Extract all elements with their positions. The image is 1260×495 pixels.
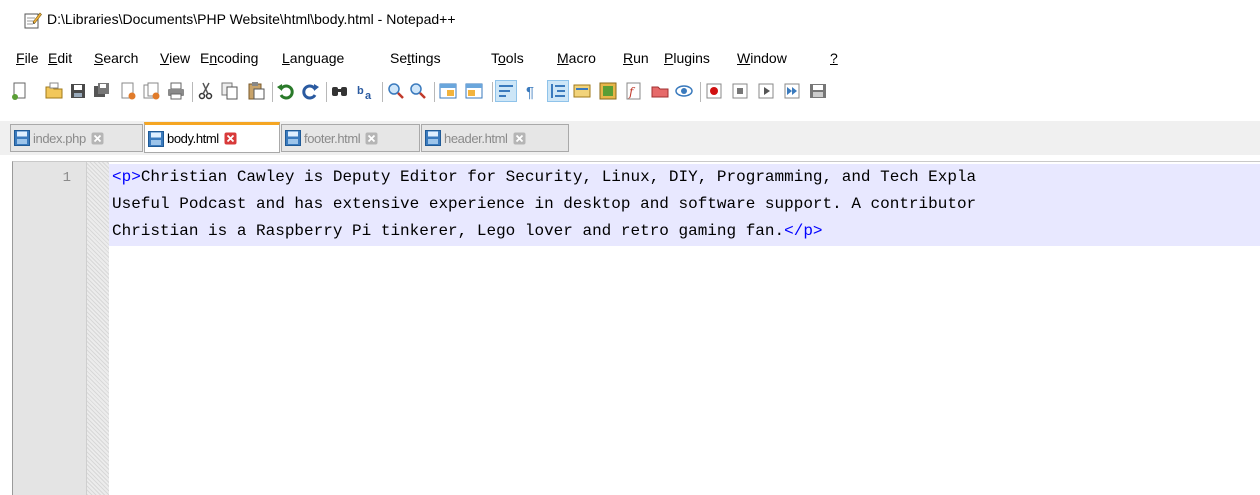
monitoring-icon[interactable] xyxy=(674,81,694,101)
notepad-plus-plus-icon xyxy=(24,12,42,29)
code-text: Useful Podcast and has extensive experie… xyxy=(112,195,977,213)
toolbar-separator xyxy=(326,82,327,102)
toolbar: b a ¶ f xyxy=(10,78,1250,108)
tab-label: header.html xyxy=(444,130,508,146)
menu-macro[interactable]: Macro xyxy=(557,50,596,66)
save-icon[interactable] xyxy=(68,81,88,101)
saved-file-icon xyxy=(14,130,30,146)
menu-tools[interactable]: Tools xyxy=(491,50,524,66)
save-all-icon[interactable] xyxy=(92,81,112,101)
replace-icon[interactable]: ba xyxy=(356,81,376,101)
saved-file-icon xyxy=(285,130,301,146)
tab-footer-html[interactable]: footer.html xyxy=(281,124,420,152)
code-line: Christian is a Raspberry Pi tinkerer, Le… xyxy=(109,218,1260,245)
record-macro-icon[interactable] xyxy=(704,81,724,101)
toolbar-separator xyxy=(434,82,435,102)
tab-close-icon[interactable] xyxy=(365,132,378,145)
tab-strip: index.php body.html footer.html header.html xyxy=(0,121,1260,155)
line-number: 1 xyxy=(62,170,71,186)
menu-file[interactable]: File xyxy=(16,50,39,66)
saved-file-icon xyxy=(148,130,164,147)
print-icon[interactable] xyxy=(166,81,186,101)
code-area[interactable]: <p>Christian Cawley is Deputy Editor for… xyxy=(109,164,1260,245)
svg-text:a: a xyxy=(365,90,372,101)
line-number-gutter: 1 xyxy=(13,162,87,495)
show-all-chars-icon[interactable]: ¶ xyxy=(522,81,542,101)
menu-run[interactable]: Run xyxy=(623,50,649,66)
menu-help[interactable]: ? xyxy=(830,50,838,66)
tab-body-html[interactable]: body.html xyxy=(144,122,280,153)
tab-label: index.php xyxy=(33,130,86,146)
tab-header-html[interactable]: header.html xyxy=(421,124,569,152)
indent-guide-icon[interactable] xyxy=(547,80,569,102)
run-multiple-icon[interactable] xyxy=(782,81,802,101)
menu-language[interactable]: Language xyxy=(282,50,344,66)
save-macro-icon[interactable] xyxy=(808,81,828,101)
code-line: Useful Podcast and has extensive experie… xyxy=(109,191,1260,218)
menu-settings[interactable]: Settings xyxy=(390,50,441,66)
language-icon[interactable] xyxy=(572,81,592,101)
title-bar: D:\Libraries\Documents\PHP Website\html\… xyxy=(0,0,1260,42)
fold-margin[interactable] xyxy=(87,162,109,495)
tab-label: body.html xyxy=(167,131,219,146)
menu-edit[interactable]: Edit xyxy=(48,50,72,66)
word-wrap-icon[interactable] xyxy=(495,80,517,102)
menu-view[interactable]: View xyxy=(160,50,190,66)
menu-plugins[interactable]: Plugins xyxy=(664,50,710,66)
toolbar-separator xyxy=(192,82,193,102)
close-all-icon[interactable] xyxy=(142,81,162,101)
menu-bar: File Edit Search View Encoding Language Settin… xyxy=(0,50,1260,72)
function-list-icon[interactable]: f xyxy=(624,81,644,101)
cut-icon[interactable] xyxy=(196,81,216,101)
code-text: Christian is a Raspberry Pi tinkerer, Le… xyxy=(112,222,785,240)
editor[interactable]: 1 <p>Christian Cawley is Deputy Editor f… xyxy=(12,161,1260,495)
code-line: <p>Christian Cawley is Deputy Editor for… xyxy=(109,164,1260,191)
window-title: D:\Libraries\Documents\PHP Website\html\… xyxy=(47,11,456,27)
folder-workspace-icon[interactable] xyxy=(650,81,670,101)
html-close-tag: </p> xyxy=(784,222,823,240)
tab-label: footer.html xyxy=(304,130,361,146)
play-macro-icon[interactable] xyxy=(756,81,776,101)
menu-encoding[interactable]: Encoding xyxy=(200,50,258,66)
tab-close-icon[interactable] xyxy=(91,132,104,145)
toolbar-separator xyxy=(382,82,383,102)
redo-icon[interactable] xyxy=(300,81,320,101)
document-map-icon[interactable] xyxy=(598,81,618,101)
code-text: Christian Cawley is Deputy Editor for Se… xyxy=(140,168,977,186)
new-file-icon[interactable] xyxy=(10,81,30,101)
html-open-tag: <p> xyxy=(112,168,141,186)
tab-index-php[interactable]: index.php xyxy=(10,124,143,152)
svg-text:¶: ¶ xyxy=(526,84,534,101)
sync-horizontal-icon[interactable] xyxy=(464,81,484,101)
paste-icon[interactable] xyxy=(246,81,266,101)
close-icon[interactable] xyxy=(118,81,138,101)
copy-icon[interactable] xyxy=(220,81,240,101)
toolbar-separator xyxy=(272,82,273,102)
find-icon[interactable] xyxy=(330,81,350,101)
menu-window[interactable]: Window xyxy=(737,50,787,66)
svg-text:b: b xyxy=(357,85,364,97)
saved-file-icon xyxy=(425,130,441,146)
zoom-out-icon[interactable] xyxy=(408,81,428,101)
toolbar-separator xyxy=(700,82,701,102)
tab-close-icon[interactable] xyxy=(224,132,237,145)
undo-icon[interactable] xyxy=(276,81,296,101)
open-file-icon[interactable] xyxy=(44,81,64,101)
menu-search[interactable]: Search xyxy=(94,50,138,66)
stop-record-icon[interactable] xyxy=(730,81,750,101)
zoom-in-icon[interactable] xyxy=(386,81,406,101)
tab-close-icon[interactable] xyxy=(513,132,526,145)
toolbar-separator xyxy=(492,82,493,102)
sync-vertical-icon[interactable] xyxy=(438,81,458,101)
